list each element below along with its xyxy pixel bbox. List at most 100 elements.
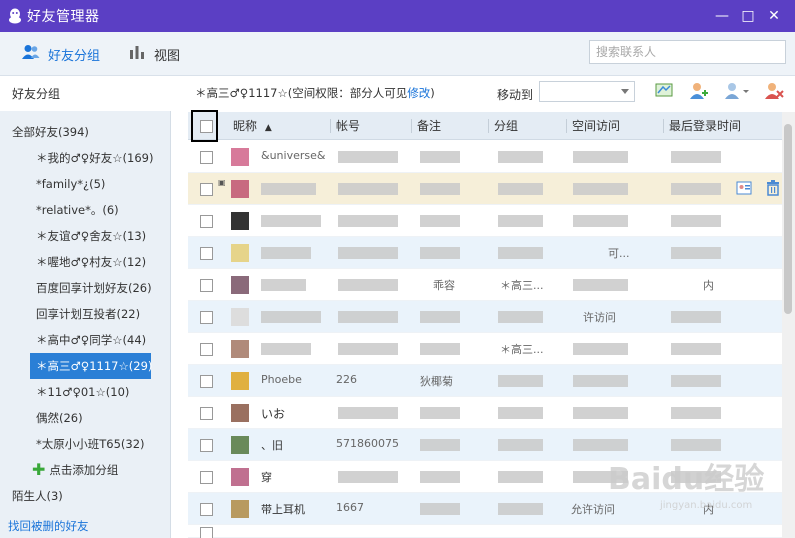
space-cell-blurred	[573, 151, 628, 163]
group-cell-blurred	[498, 311, 543, 323]
space-access-cell: 可...	[608, 247, 630, 260]
row-checkbox[interactable]	[200, 375, 213, 388]
window-title: 好友管理器	[27, 9, 100, 25]
scrollbar-thumb[interactable]	[784, 124, 792, 314]
close-button[interactable]: ✕	[761, 8, 787, 24]
avatar	[231, 180, 249, 198]
group-cell-blurred	[498, 375, 543, 387]
nickname-cell-blurred	[261, 343, 311, 355]
sidebar-item-group[interactable]: 回享计划互投者(22)	[0, 301, 171, 327]
space-cell-blurred	[573, 215, 628, 227]
table-scrollbar[interactable]	[782, 112, 795, 538]
row-checkbox[interactable]	[200, 311, 213, 324]
sidebar-item-group[interactable]: *family*¿(5)	[0, 171, 171, 197]
table-row[interactable]: いお	[188, 397, 782, 429]
maximize-button[interactable]: □	[735, 8, 761, 24]
add-group-button[interactable]: ✚ 点击添加分组	[0, 457, 171, 483]
column-last-login[interactable]: 最后登录时间	[663, 112, 741, 140]
friend-groups-tab[interactable]: 好友分组	[22, 44, 100, 64]
table-row[interactable]: ▣	[188, 173, 782, 205]
group-list: 全部好友(394) ＊我的♂♀好友☆(169) *family*¿(5) *re…	[0, 119, 171, 509]
row-checkbox[interactable]	[200, 151, 213, 164]
row-checkbox[interactable]	[200, 247, 213, 260]
search-input[interactable]	[589, 40, 786, 64]
sidebar-item-group[interactable]: 百度回享计划好友(26)	[0, 275, 171, 301]
title-bar: 好友管理器 — □ ✕	[0, 0, 795, 32]
row-checkbox[interactable]	[200, 471, 213, 484]
row-checkbox[interactable]	[200, 183, 213, 196]
column-space-access[interactable]: 空间访问	[566, 112, 621, 140]
qq-penguin-icon	[8, 8, 22, 24]
account-cell: 1667	[336, 501, 364, 514]
row-checkbox[interactable]	[200, 527, 213, 538]
table-row[interactable]	[188, 525, 782, 538]
space-cell-blurred	[573, 439, 628, 451]
space-access-cell: 许访问	[583, 311, 616, 324]
add-friend-icon[interactable]	[689, 81, 709, 101]
row-checkbox[interactable]	[200, 279, 213, 292]
column-account[interactable]: 帐号	[330, 112, 361, 140]
row-checkbox[interactable]	[200, 407, 213, 420]
recover-deleted-friends-link[interactable]: 找回被删的好友	[8, 518, 89, 534]
send-message-icon[interactable]	[655, 81, 675, 101]
sidebar-item-group[interactable]: 偶然(26)	[0, 405, 171, 431]
group-cell-blurred	[498, 439, 543, 451]
table-row[interactable]: 可...	[188, 237, 782, 269]
avatar	[231, 212, 249, 230]
sidebar-item-group[interactable]: ＊高中♂♀同学☆(44)	[0, 327, 171, 353]
sidebar-item-group[interactable]: ＊11♂♀01☆(10)	[0, 379, 171, 405]
nickname-cell-blurred	[261, 215, 321, 227]
row-checkbox[interactable]	[200, 439, 213, 452]
column-note[interactable]: 备注	[411, 112, 442, 140]
note-cell-blurred	[420, 439, 460, 451]
sidebar-item-all-friends[interactable]: 全部好友(394)	[0, 119, 171, 145]
avatar	[231, 500, 249, 518]
move-to-select[interactable]	[539, 81, 635, 102]
sidebar-item-group[interactable]: *太原小小班T65(32)	[0, 431, 171, 457]
account-cell: 226	[336, 373, 357, 386]
account-cell-blurred	[338, 215, 398, 227]
sidebar-item-strangers[interactable]: 陌生人(3)	[0, 483, 171, 509]
account-cell-blurred	[338, 151, 398, 163]
column-account-label: 帐号	[336, 119, 361, 133]
table-row[interactable]: ＊高三...	[188, 333, 782, 365]
table-row[interactable]	[188, 205, 782, 237]
row-checkbox[interactable]	[200, 215, 213, 228]
plus-icon: ✚	[32, 460, 46, 479]
table-row[interactable]: 乖容 ＊高三... 内	[188, 269, 782, 301]
column-space-access-label: 空间访问	[572, 119, 621, 133]
trash-icon[interactable]	[766, 180, 780, 199]
users-icon	[22, 44, 40, 64]
table-row[interactable]: Phoebe 226 狄椰菊	[188, 365, 782, 397]
baidu-watermark-url: jingyan.baidu.com	[660, 500, 753, 511]
row-expand-icon[interactable]: ▣	[218, 178, 226, 187]
last-login-cell-blurred	[671, 407, 721, 419]
contact-menu-icon[interactable]	[724, 81, 750, 101]
column-group[interactable]: 分组	[488, 112, 518, 140]
group-cell-blurred	[498, 215, 543, 227]
group-cell-blurred	[498, 407, 543, 419]
sidebar-item-group[interactable]: ＊喔地♂♀村友☆(12)	[0, 249, 171, 275]
minimize-button[interactable]: —	[709, 8, 735, 24]
nickname-cell-blurred	[261, 279, 306, 291]
column-note-label: 备注	[417, 119, 442, 133]
sidebar-item-group[interactable]: ＊友谊♂♀舍友☆(13)	[0, 223, 171, 249]
account-cell: 571860075	[336, 437, 399, 450]
delete-friend-icon[interactable]	[764, 81, 784, 101]
account-cell-blurred	[338, 471, 398, 483]
view-tab[interactable]: 视图	[128, 44, 180, 64]
sort-asc-icon: ▲	[264, 123, 272, 133]
profile-card-icon[interactable]	[736, 180, 752, 199]
table-row[interactable]: 许访问	[188, 301, 782, 333]
row-checkbox[interactable]	[200, 503, 213, 516]
column-nickname[interactable]: 昵称 ▲	[233, 112, 272, 140]
sidebar-item-group[interactable]: *relative*。(6)	[0, 197, 171, 223]
avatar	[231, 276, 249, 294]
sidebar-item-selected-group[interactable]: ＊高三♂♀1117☆(29)	[30, 353, 152, 379]
account-cell-blurred	[338, 279, 398, 291]
sidebar-item-group[interactable]: ＊我的♂♀好友☆(169)	[0, 145, 171, 171]
table-row[interactable]: &universe&	[188, 141, 782, 173]
row-checkbox[interactable]	[200, 343, 213, 356]
group-cell-blurred	[498, 151, 543, 163]
modify-permission-link[interactable]: 修改	[407, 86, 430, 100]
